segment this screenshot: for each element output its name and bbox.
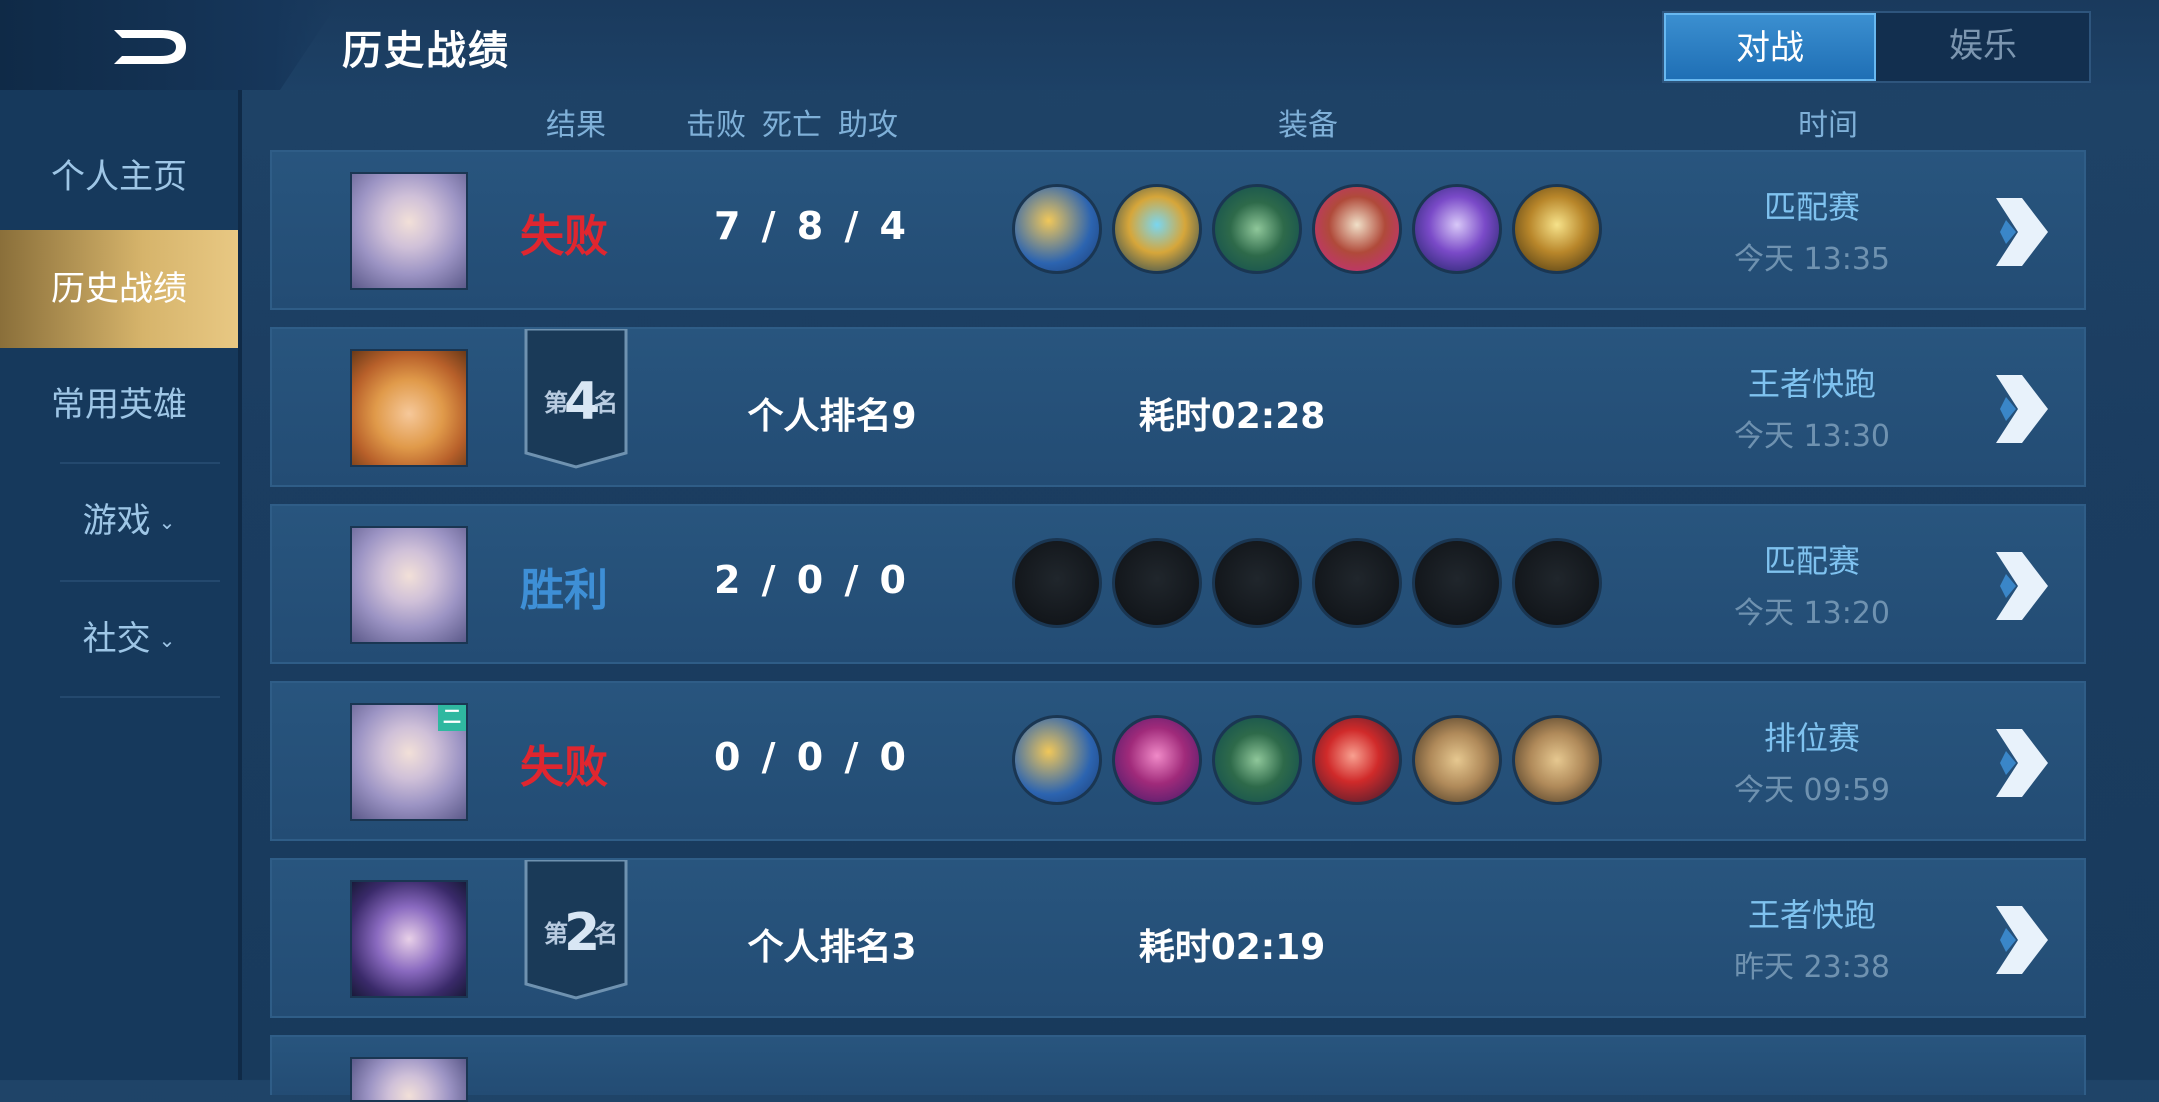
chevron-right-icon[interactable] bbox=[1992, 900, 2052, 980]
equipment-item-icon bbox=[1412, 715, 1502, 805]
match-time: 昨天 23:38 bbox=[1734, 950, 1890, 985]
game-mode: 排位赛 bbox=[1763, 719, 1860, 757]
hero-avatar bbox=[350, 172, 468, 290]
sidebar-item-label: 常用英雄 bbox=[51, 385, 187, 425]
empty-equipment-slot bbox=[1012, 538, 1102, 628]
sidebar-item-heroes[interactable]: 常用英雄 bbox=[0, 348, 238, 463]
empty-equipment-slot bbox=[1312, 538, 1402, 628]
chevron-right-icon[interactable] bbox=[1992, 192, 2052, 272]
equipment-item-icon bbox=[1112, 184, 1202, 274]
column-header-equipment: 装备 bbox=[1278, 108, 1338, 143]
personal-rank: 个人排名9 bbox=[747, 396, 917, 437]
match-time: 今天 13:20 bbox=[1734, 596, 1890, 631]
equipment-item-icon bbox=[1512, 184, 1602, 274]
equipment-item-icon bbox=[1312, 715, 1402, 805]
match-row[interactable]: 第 2 名 个人排名3 耗时02:19 王者快跑 昨天 23:38 bbox=[270, 858, 2086, 1018]
rank-suffix: 名 bbox=[594, 389, 618, 417]
sidebar-item-label: 社交 bbox=[82, 619, 151, 659]
race-duration: 耗时02:28 bbox=[1138, 396, 1326, 437]
back-icon[interactable] bbox=[108, 22, 192, 72]
rank-badge: 第 4 名 bbox=[524, 329, 628, 469]
match-result: 失败 bbox=[520, 742, 608, 793]
game-mode: 王者快跑 bbox=[1747, 365, 1876, 403]
match-time: 今天 13:30 bbox=[1734, 419, 1890, 454]
match-row[interactable]: 二 失败 0 / 0 / 0 排位赛 今天 09:59 bbox=[270, 681, 2086, 841]
rank-badge: 第 2 名 bbox=[524, 860, 628, 1000]
sidebar-item-social[interactable]: 社交 ⌄ bbox=[0, 582, 238, 697]
equipment-item-icon bbox=[1312, 184, 1402, 274]
sidebar-item-game[interactable]: 游戏 ⌄ bbox=[0, 464, 238, 579]
game-mode: 匹配赛 bbox=[1763, 188, 1860, 226]
divider bbox=[60, 696, 220, 698]
equipment-item-icon bbox=[1012, 715, 1102, 805]
chevron-right-icon[interactable] bbox=[1992, 723, 2052, 803]
match-row[interactable]: 第 4 名 个人排名9 耗时02:28 王者快跑 今天 13:30 bbox=[270, 327, 2086, 487]
kda-score: 7 / 8 / 4 bbox=[714, 204, 910, 248]
hero-tier-badge: 二 bbox=[438, 705, 466, 731]
empty-equipment-slot bbox=[1412, 538, 1502, 628]
hero-avatar bbox=[350, 526, 468, 644]
page-title: 历史战绩 bbox=[342, 28, 510, 74]
empty-equipment-slot bbox=[1212, 538, 1302, 628]
game-mode: 王者快跑 bbox=[1747, 896, 1876, 934]
tab-battle[interactable]: 对战 bbox=[1664, 13, 1876, 81]
kda-score: 2 / 0 / 0 bbox=[714, 558, 910, 602]
personal-rank: 个人排名3 bbox=[747, 927, 917, 968]
mode-toggle: 对战 娱乐 bbox=[1662, 11, 2091, 83]
sidebar-item-profile[interactable]: 个人主页 bbox=[0, 120, 238, 235]
equipment-item-icon bbox=[1112, 715, 1202, 805]
empty-equipment-slot bbox=[1112, 538, 1202, 628]
column-header-assists: 助攻 bbox=[838, 108, 898, 143]
equipment-item-icon bbox=[1212, 184, 1302, 274]
match-result: 失败 bbox=[520, 211, 608, 262]
match-time: 今天 13:35 bbox=[1734, 242, 1890, 277]
empty-equipment-slot bbox=[1512, 538, 1602, 628]
chevron-right-icon[interactable] bbox=[1992, 546, 2052, 626]
equipment-item-icon bbox=[1512, 715, 1602, 805]
equipment-item-icon bbox=[1212, 715, 1302, 805]
column-header-deaths: 死亡 bbox=[762, 108, 822, 143]
sidebar-item-history[interactable]: 历史战绩 bbox=[0, 230, 238, 348]
sidebar-edge bbox=[238, 90, 242, 1080]
chevron-right-icon[interactable] bbox=[1992, 369, 2052, 449]
game-mode: 匹配赛 bbox=[1763, 542, 1860, 580]
chevron-down-icon: ⌄ bbox=[158, 510, 176, 534]
column-header-result: 结果 bbox=[546, 108, 606, 143]
hero-avatar bbox=[350, 349, 468, 467]
match-row[interactable]: 胜利 2 / 0 / 0 匹配赛 今天 13:20 bbox=[270, 504, 2086, 664]
kda-score: 0 / 0 / 0 bbox=[714, 735, 910, 779]
column-header-kills: 击败 bbox=[686, 108, 746, 143]
sidebar-item-label: 游戏 bbox=[82, 501, 151, 541]
equipment-item-icon bbox=[1012, 184, 1102, 274]
sidebar: 个人主页 历史战绩 常用英雄 游戏 ⌄ 社交 ⌄ bbox=[0, 90, 240, 1080]
sidebar-item-label: 历史战绩 bbox=[51, 269, 187, 309]
match-time: 今天 09:59 bbox=[1734, 773, 1890, 808]
match-row[interactable]: 失败 7 / 8 / 4 匹配赛 今天 13:35 bbox=[270, 150, 2086, 310]
sidebar-item-label: 个人主页 bbox=[51, 157, 187, 197]
rank-suffix: 名 bbox=[594, 920, 618, 948]
match-row-partial[interactable] bbox=[270, 1035, 2086, 1102]
chevron-down-icon: ⌄ bbox=[158, 628, 176, 652]
tab-entertainment[interactable]: 娱乐 bbox=[1877, 13, 2089, 81]
match-result: 胜利 bbox=[520, 565, 608, 616]
race-duration: 耗时02:19 bbox=[1138, 927, 1326, 968]
equipment-item-icon bbox=[1412, 184, 1502, 274]
hero-avatar bbox=[350, 880, 468, 998]
hero-avatar: 二 bbox=[350, 703, 468, 821]
column-header-time: 时间 bbox=[1798, 108, 1858, 143]
